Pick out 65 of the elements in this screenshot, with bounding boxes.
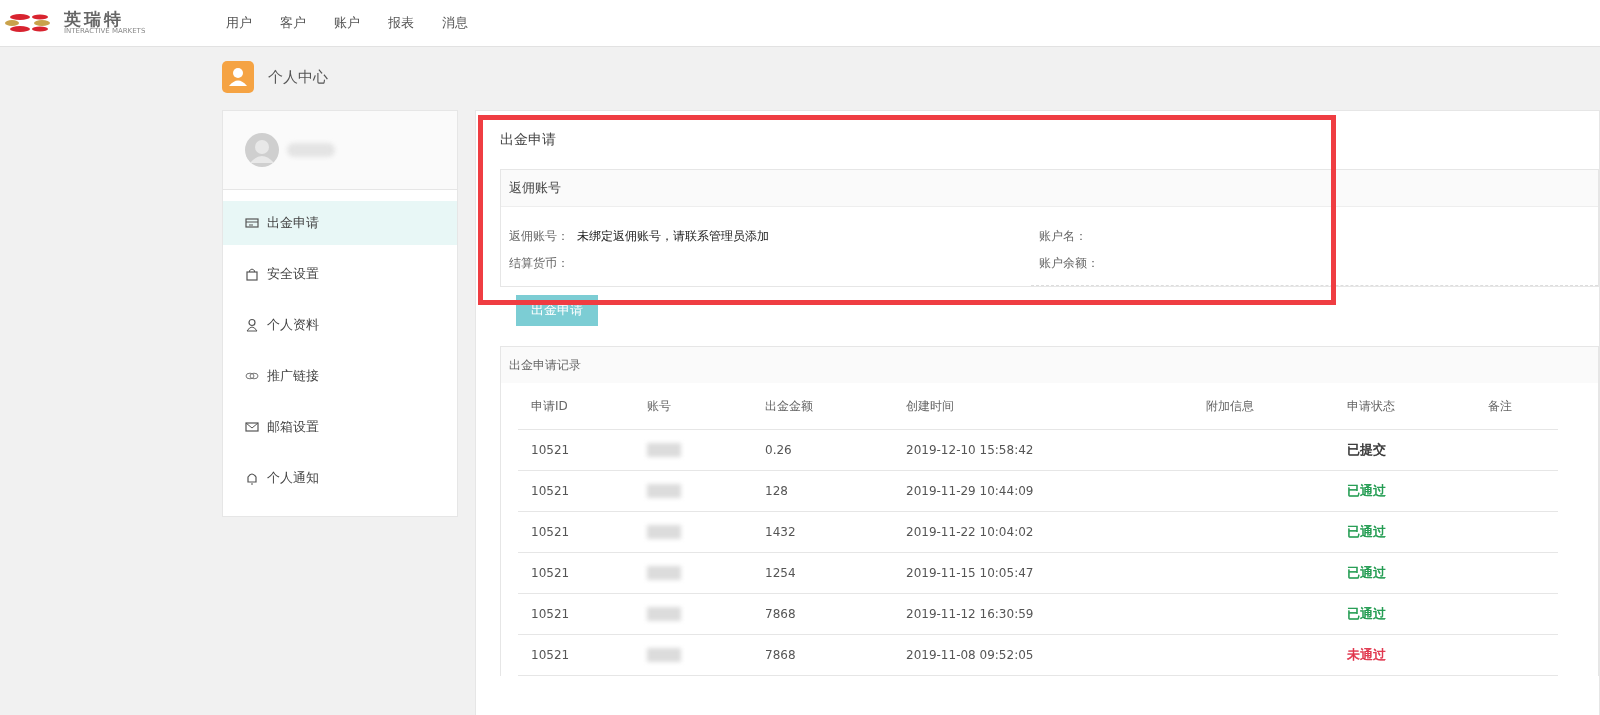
avatar-icon [245, 133, 279, 167]
table-cell: 1432 [752, 511, 893, 553]
sidebar-item[interactable]: 推广链接 [223, 354, 457, 398]
column-header: 申请ID [518, 383, 634, 430]
table-cell: 10521 [518, 429, 634, 471]
table-cell: 10521 [518, 470, 634, 512]
table-cell: 1254 [752, 552, 893, 594]
nav-link[interactable]: 账户 [334, 14, 360, 32]
person-icon [245, 318, 259, 332]
nav-link[interactable]: 消息 [442, 14, 468, 32]
table-cell: 2019-11-15 10:05:47 [893, 552, 1193, 594]
status-text: 已通过 [1347, 565, 1386, 580]
table-cell: 128 [752, 470, 893, 512]
sidebar-item[interactable]: 个人资料 [223, 303, 457, 347]
column-header: 备注 [1475, 383, 1558, 430]
redacted-account [647, 525, 681, 539]
card-header: 出金申请记录 [501, 347, 1598, 383]
table-cell: 7868 [752, 634, 893, 676]
status-text: 已通过 [1347, 606, 1386, 621]
panel-title: 出金申请 [500, 130, 557, 149]
status-text: 已通过 [1347, 483, 1386, 498]
table-cell: 2019-12-10 15:58:42 [893, 429, 1193, 471]
redacted-account [647, 607, 681, 621]
table-cell: 2019-11-08 09:52:05 [893, 634, 1193, 676]
redacted-account [647, 566, 681, 580]
field-label: 账户名： [1039, 229, 1087, 243]
status-text: 已提交 [1347, 442, 1386, 457]
card-icon [245, 216, 259, 230]
status-text: 未通过 [1347, 647, 1386, 662]
nav-link[interactable]: 客户 [280, 14, 306, 32]
sidebar-item[interactable]: 出金申请 [223, 201, 457, 245]
table-cell: 7868 [752, 593, 893, 635]
nav-link[interactable]: 报表 [388, 14, 414, 32]
table-cell: 2019-11-22 10:04:02 [893, 511, 1193, 553]
table-cell: 2019-11-12 16:30:59 [893, 593, 1193, 635]
field-label: 返佣账号： [509, 229, 569, 243]
field-label: 结算货币： [509, 256, 569, 270]
sidebar-item[interactable]: 安全设置 [223, 252, 457, 296]
table-cell: 0.26 [752, 429, 893, 471]
column-header: 出金金额 [752, 383, 893, 430]
card-header: 返佣账号 [501, 170, 1598, 207]
table-cell: 10521 [518, 593, 634, 635]
field-value: 未绑定返佣账号，请联系管理员添加 [577, 229, 769, 243]
column-header: 创建时间 [893, 383, 1193, 430]
redacted-account [647, 443, 681, 457]
table-cell: 10521 [518, 634, 634, 676]
sidebar-item[interactable]: 个人通知 [223, 456, 457, 500]
table-cell: 10521 [518, 552, 634, 594]
column-header: 申请状态 [1334, 383, 1475, 430]
column-header: 账号 [634, 383, 752, 430]
sidebar-item[interactable]: 邮箱设置 [223, 405, 457, 449]
user-icon [222, 61, 254, 93]
table-cell: 2019-11-29 10:44:09 [893, 470, 1193, 512]
brand-name: 英瑞特 [64, 11, 124, 28]
field-label: 账户余额： [1039, 256, 1099, 270]
redacted-account [647, 484, 681, 498]
table-cell: 10521 [518, 511, 634, 553]
column-header: 附加信息 [1193, 383, 1334, 430]
bell-icon [245, 471, 259, 485]
mail-icon [245, 420, 259, 434]
redacted-account [647, 648, 681, 662]
page-title: 个人中心 [268, 67, 328, 87]
bag-icon [245, 267, 259, 281]
nav-link[interactable]: 用户 [226, 14, 252, 32]
status-text: 已通过 [1347, 524, 1386, 539]
